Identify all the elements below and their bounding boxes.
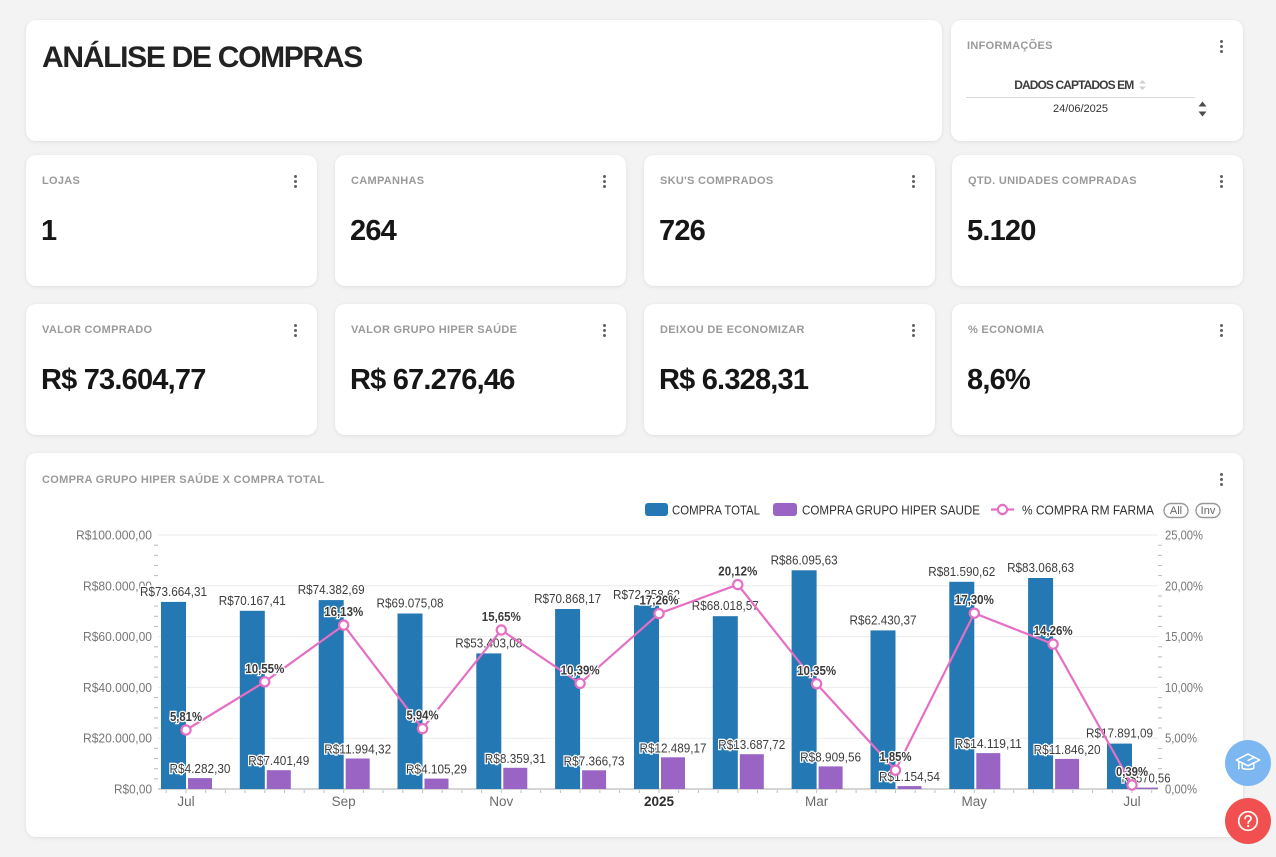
svg-text:R$7.366,73: R$7.366,73 <box>564 753 625 768</box>
svg-text:R$100.000,00: R$100.000,00 <box>76 528 152 543</box>
svg-text:10,00%: 10,00% <box>1165 680 1203 695</box>
svg-text:10,39%: 10,39% <box>561 662 600 677</box>
svg-text:R$62.430,37: R$62.430,37 <box>850 612 917 627</box>
svg-text:R$86.095,63: R$86.095,63 <box>771 552 838 567</box>
svg-text:0,39%: 0,39% <box>1116 764 1148 779</box>
svg-text:R$7.401,49: R$7.401,49 <box>248 753 309 768</box>
svg-text:20,12%: 20,12% <box>718 564 757 579</box>
svg-text:R$12.489,17: R$12.489,17 <box>640 740 707 755</box>
svg-text:R$17.891,09: R$17.891,09 <box>1086 726 1153 741</box>
svg-text:% COMPRA RM FARMA: % COMPRA RM FARMA <box>1022 503 1154 518</box>
svg-text:Jul: Jul <box>177 794 194 809</box>
svg-text:Inv: Inv <box>1201 505 1216 517</box>
svg-text:14,26%: 14,26% <box>1034 623 1073 638</box>
svg-text:10,55%: 10,55% <box>245 661 284 676</box>
svg-text:10,35%: 10,35% <box>797 663 836 678</box>
svg-text:17,30%: 17,30% <box>955 592 994 607</box>
svg-text:R$70.167,41: R$70.167,41 <box>219 593 286 608</box>
svg-text:5,94%: 5,94% <box>407 708 439 723</box>
svg-text:May: May <box>962 794 988 809</box>
svg-text:25,00%: 25,00% <box>1165 528 1203 543</box>
svg-text:R$8.359,31: R$8.359,31 <box>485 751 546 766</box>
svg-text:R$14.119,11: R$14.119,11 <box>955 736 1022 751</box>
svg-text:R$4.282,30: R$4.282,30 <box>170 761 231 776</box>
svg-text:COMPRA TOTAL: COMPRA TOTAL <box>672 503 760 518</box>
svg-text:R$73.664,31: R$73.664,31 <box>140 584 207 599</box>
svg-text:Sep: Sep <box>332 794 356 809</box>
svg-text:R$8.909,56: R$8.909,56 <box>800 749 861 764</box>
svg-text:R$69.075,08: R$69.075,08 <box>377 596 444 611</box>
svg-text:All: All <box>1170 505 1182 517</box>
svg-text:Nov: Nov <box>489 794 513 809</box>
svg-text:16,13%: 16,13% <box>324 604 363 619</box>
svg-text:R$11.994,32: R$11.994,32 <box>324 742 391 757</box>
svg-text:R$1.154,54: R$1.154,54 <box>879 769 940 784</box>
svg-text:5,81%: 5,81% <box>170 709 202 724</box>
svg-text:15,65%: 15,65% <box>482 609 521 624</box>
svg-text:20,00%: 20,00% <box>1165 578 1203 593</box>
svg-text:R$0,00: R$0,00 <box>114 782 152 797</box>
svg-text:R$70.868,17: R$70.868,17 <box>534 591 601 606</box>
svg-text:R$11.846,20: R$11.846,20 <box>1034 742 1101 757</box>
svg-text:R$81.590,62: R$81.590,62 <box>928 564 995 579</box>
svg-text:Mar: Mar <box>805 794 829 809</box>
svg-text:R$60.000,00: R$60.000,00 <box>83 629 152 644</box>
svg-text:2025: 2025 <box>644 794 675 809</box>
svg-text:R$20.000,00: R$20.000,00 <box>83 731 152 746</box>
svg-text:Jul: Jul <box>1123 794 1140 809</box>
svg-text:15,00%: 15,00% <box>1165 629 1203 644</box>
svg-text:17,26%: 17,26% <box>640 593 679 608</box>
svg-text:COMPRA GRUPO HIPER SAUDE: COMPRA GRUPO HIPER SAUDE <box>802 503 980 518</box>
svg-text:5,00%: 5,00% <box>1165 731 1197 746</box>
svg-text:R$13.687,72: R$13.687,72 <box>718 737 785 752</box>
svg-text:R$74.382,69: R$74.382,69 <box>298 582 365 597</box>
svg-text:R$4.105,29: R$4.105,29 <box>406 762 467 777</box>
svg-text:R$68.018,57: R$68.018,57 <box>692 598 759 613</box>
svg-text:1,85%: 1,85% <box>880 749 912 764</box>
svg-text:R$40.000,00: R$40.000,00 <box>83 680 152 695</box>
svg-text:R$83.068,63: R$83.068,63 <box>1007 560 1074 575</box>
